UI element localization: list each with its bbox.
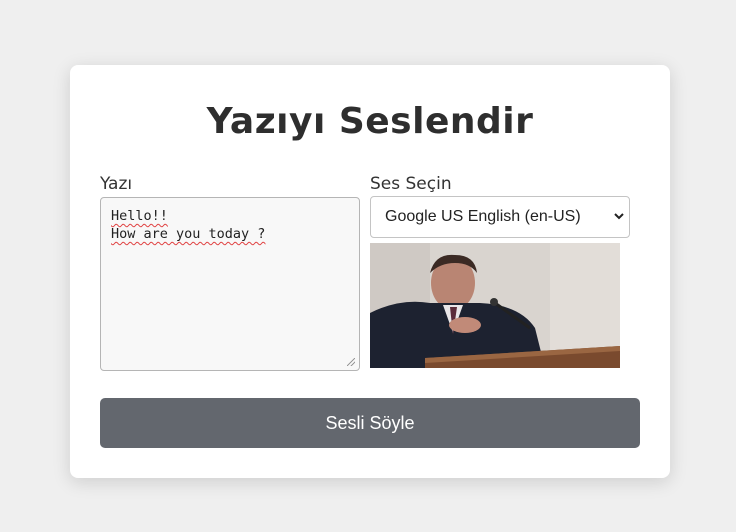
text-label: Yazı bbox=[100, 174, 133, 194]
speaker-animation-image bbox=[370, 243, 620, 368]
resize-grip-icon[interactable] bbox=[347, 358, 355, 366]
voice-label: Ses Seçin bbox=[370, 174, 452, 194]
chevron-down-icon bbox=[614, 213, 624, 220]
text-input[interactable]: Hello!! How are you today ? bbox=[100, 197, 360, 371]
page-title: Yazıyı Seslendir bbox=[206, 101, 534, 142]
voice-select[interactable]: Google US English (en-US) bbox=[370, 196, 630, 238]
voice-select-value: Google US English (en-US) bbox=[385, 208, 581, 225]
tts-card: Yazıyı Seslendir Yazı Hello!! How are yo… bbox=[70, 65, 670, 478]
speak-button[interactable]: Sesli Söyle bbox=[100, 398, 640, 448]
